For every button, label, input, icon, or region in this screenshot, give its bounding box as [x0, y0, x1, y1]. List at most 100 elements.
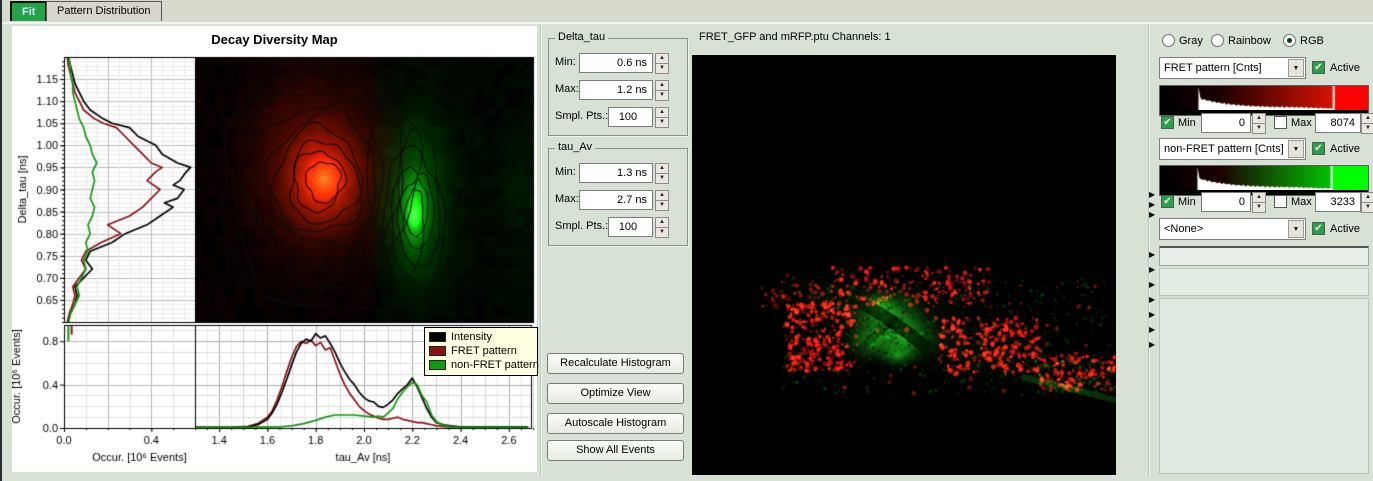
radio-gray[interactable]: [1162, 34, 1175, 47]
panel-divider: [540, 24, 542, 477]
spin-down-icon[interactable]: ▼: [655, 90, 669, 101]
chart-legend: Intensity FRET pattern non-FRET pattern: [424, 327, 538, 376]
decay-diversity-plot[interactable]: [12, 26, 537, 472]
channel-1-min-spinner[interactable]: ▲▼: [1252, 113, 1266, 133]
channel-1-active-label: Active: [1330, 62, 1360, 74]
channel-2-active-checkbox[interactable]: ✔: [1312, 142, 1325, 155]
delta-min-field[interactable]: 0.6 ns: [579, 53, 653, 73]
cell-image-view[interactable]: [692, 55, 1116, 475]
tab-pattern-distribution[interactable]: Pattern Distribution: [46, 1, 162, 21]
delta-max-label: Max:: [555, 83, 579, 95]
row-expander-icon[interactable]: ▶: [1149, 326, 1155, 334]
chevron-down-icon[interactable]: ▼: [1288, 140, 1304, 158]
channel-2-max-spinner[interactable]: ▲▼: [1361, 192, 1373, 212]
row-expander-icon[interactable]: ▶: [1149, 341, 1155, 349]
row-expander-icon[interactable]: ▶: [1149, 201, 1155, 209]
delta-smpl-field[interactable]: 100: [608, 107, 653, 127]
delta-min-spinner[interactable]: ▲▼: [655, 53, 669, 73]
spin-down-icon[interactable]: ▼: [655, 117, 669, 128]
tau-av-group: tau_Av Min: 1.3 ns ▲▼ Max: 2.7 ns ▲▼ Smp…: [548, 148, 688, 246]
tau-smpl-label: Smpl. Pts.:: [555, 220, 608, 232]
channel-1-select[interactable]: FRET pattern [Cnts] ▼: [1159, 57, 1306, 79]
spin-down-icon[interactable]: ▼: [1361, 202, 1373, 213]
right-panel-workspace: [1159, 298, 1369, 474]
channel-1-min-field[interactable]: 0: [1201, 113, 1251, 133]
tau-av-group-label: tau_Av: [555, 141, 595, 153]
delta-max-spinner[interactable]: ▲▼: [655, 80, 669, 100]
channel-1-max-spinner[interactable]: ▲▼: [1361, 113, 1373, 133]
channel-2-min-spinner[interactable]: ▲▼: [1252, 192, 1266, 212]
spin-down-icon[interactable]: ▼: [655, 227, 669, 238]
tau-smpl-spinner[interactable]: ▲▼: [655, 217, 669, 237]
channel-2-min-label: Min: [1178, 196, 1196, 208]
spin-down-icon[interactable]: ▼: [655, 63, 669, 74]
radio-rainbow[interactable]: [1211, 34, 1224, 47]
spin-down-icon[interactable]: ▼: [1252, 202, 1266, 213]
radio-rgb-label: RGB: [1300, 35, 1324, 47]
channel-2-active-label: Active: [1330, 143, 1360, 155]
legend-label: Intensity: [451, 331, 492, 343]
legend-swatch-fret: [429, 346, 446, 356]
legend-swatch-intensity: [429, 332, 446, 342]
tau-max-spinner[interactable]: ▲▼: [655, 190, 669, 210]
legend-swatch-nonfret: [429, 360, 446, 370]
channel-1-min-checkbox[interactable]: ✔: [1161, 116, 1174, 129]
channel-3-name: <None>: [1164, 223, 1203, 235]
delta-smpl-label: Smpl. Pts.:: [555, 110, 608, 122]
chevron-down-icon[interactable]: ▼: [1288, 220, 1304, 238]
decay-diversity-panel: Decay Diversity Map Intensity FRET patte…: [12, 26, 537, 472]
channel-2-max-field[interactable]: 3233: [1315, 192, 1361, 212]
legend-item-fret: FRET pattern: [429, 345, 533, 359]
row-expander-icon[interactable]: ▶: [1149, 311, 1155, 319]
channel-3-active-checkbox[interactable]: ✔: [1312, 222, 1325, 235]
tau-min-label: Min:: [555, 166, 576, 178]
delta-tau-group: Delta_tau Min: 0.6 ns ▲▼ Max: 1.2 ns ▲▼ …: [548, 38, 688, 136]
legend-item-intensity: Intensity: [429, 331, 533, 345]
channel-1-active-checkbox[interactable]: ✔: [1312, 61, 1325, 74]
chevron-down-icon[interactable]: ▼: [1288, 59, 1304, 77]
recalculate-histogram-button[interactable]: Recalculate Histogram: [547, 353, 684, 374]
channel-2-max-checkbox[interactable]: [1274, 195, 1287, 208]
tab-fit[interactable]: Fit: [10, 1, 47, 21]
channel-1-max-field[interactable]: 8074: [1315, 113, 1361, 133]
row-expander-icon[interactable]: ▶: [1149, 251, 1155, 259]
spin-down-icon[interactable]: ▼: [1252, 123, 1266, 134]
legend-label: non-FRET pattern: [451, 359, 539, 371]
row-expander-icon[interactable]: ▶: [1149, 211, 1155, 219]
tau-max-label: Max:: [555, 193, 579, 205]
channel-1-histogram-strip[interactable]: [1159, 85, 1369, 116]
channel-1-max-checkbox[interactable]: [1274, 116, 1287, 129]
delta-min-label: Min:: [555, 56, 576, 68]
channel-2-min-field[interactable]: 0: [1201, 192, 1251, 212]
delta-max-field[interactable]: 1.2 ns: [579, 80, 653, 100]
channel-2-min-checkbox[interactable]: ✔: [1161, 195, 1174, 208]
legend-label: FRET pattern: [451, 345, 517, 357]
tau-min-spinner[interactable]: ▲▼: [655, 163, 669, 183]
show-all-events-button[interactable]: Show All Events: [547, 440, 684, 461]
tab-bar: Fit Pattern Distribution: [2, 0, 1373, 24]
channel-1-name: FRET pattern [Cnts]: [1164, 62, 1262, 74]
row-expander-icon[interactable]: ▶: [1149, 281, 1155, 289]
channel-2-select[interactable]: non-FRET pattern [Cnts] ▼: [1159, 138, 1306, 160]
spin-down-icon[interactable]: ▼: [1361, 123, 1373, 134]
tau-smpl-field[interactable]: 100: [608, 217, 653, 237]
tau-min-field[interactable]: 1.3 ns: [579, 163, 653, 183]
row-expander-icon[interactable]: ▶: [1149, 266, 1155, 274]
delta-smpl-spinner[interactable]: ▲▼: [655, 107, 669, 127]
channel-2-max-label: Max: [1291, 196, 1312, 208]
right-panel-empty-box: [1159, 268, 1369, 296]
channel-3-select[interactable]: <None> ▼: [1159, 218, 1306, 240]
channel-1-min-label: Min: [1178, 117, 1196, 129]
spin-down-icon[interactable]: ▼: [655, 200, 669, 211]
tau-max-field[interactable]: 2.7 ns: [579, 190, 653, 210]
row-expander-icon[interactable]: ▶: [1149, 296, 1155, 304]
autoscale-histogram-button[interactable]: Autoscale Histogram: [547, 413, 684, 434]
channel-3-histogram-placeholder: [1159, 246, 1369, 266]
channel-2-name: non-FRET pattern [Cnts]: [1164, 143, 1284, 155]
optimize-view-button[interactable]: Optimize View: [547, 383, 684, 404]
radio-rgb[interactable]: [1283, 34, 1296, 47]
legend-item-nonfret: non-FRET pattern: [429, 359, 533, 373]
channel-3-active-label: Active: [1330, 223, 1360, 235]
spin-down-icon[interactable]: ▼: [655, 173, 669, 184]
row-expander-icon[interactable]: ▶: [1149, 191, 1155, 199]
